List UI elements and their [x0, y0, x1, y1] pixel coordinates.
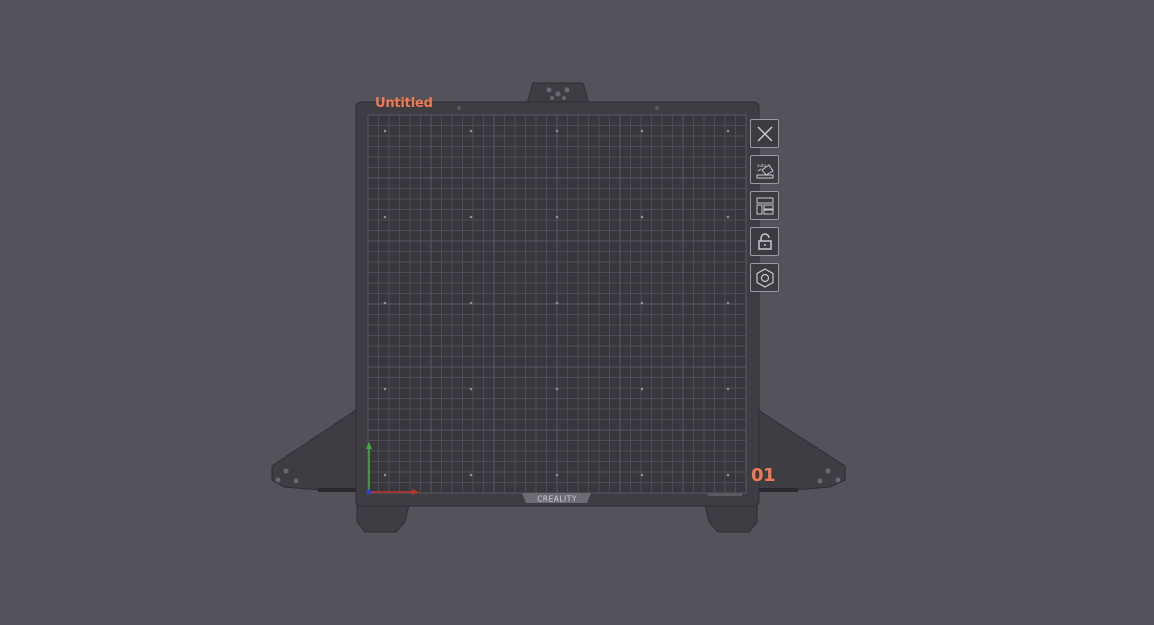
auto-orient-button[interactable]: auto — [750, 155, 779, 184]
arrange-button[interactable] — [750, 191, 779, 220]
lock-plate-button[interactable] — [750, 227, 779, 256]
brand-label: CREALITY — [537, 495, 577, 504]
plate-index-label: 01 — [751, 465, 776, 486]
svg-text:auto: auto — [757, 163, 767, 168]
plate-settings-button[interactable] — [750, 263, 779, 292]
auto-orient-icon: auto — [756, 163, 774, 178]
arrange-icon — [756, 197, 773, 214]
hex-settings-icon — [755, 267, 774, 288]
unlock-icon — [757, 232, 772, 250]
plate-wing-left — [271, 409, 357, 491]
close-plate-button[interactable] — [750, 119, 779, 148]
close-icon — [756, 125, 773, 142]
plate-name-label[interactable]: Untitled — [375, 96, 433, 111]
build-plate-scene: CREALITY — [271, 82, 846, 533]
3d-viewport[interactable]: CREALITY Untitled 01 auto — [0, 0, 1154, 625]
